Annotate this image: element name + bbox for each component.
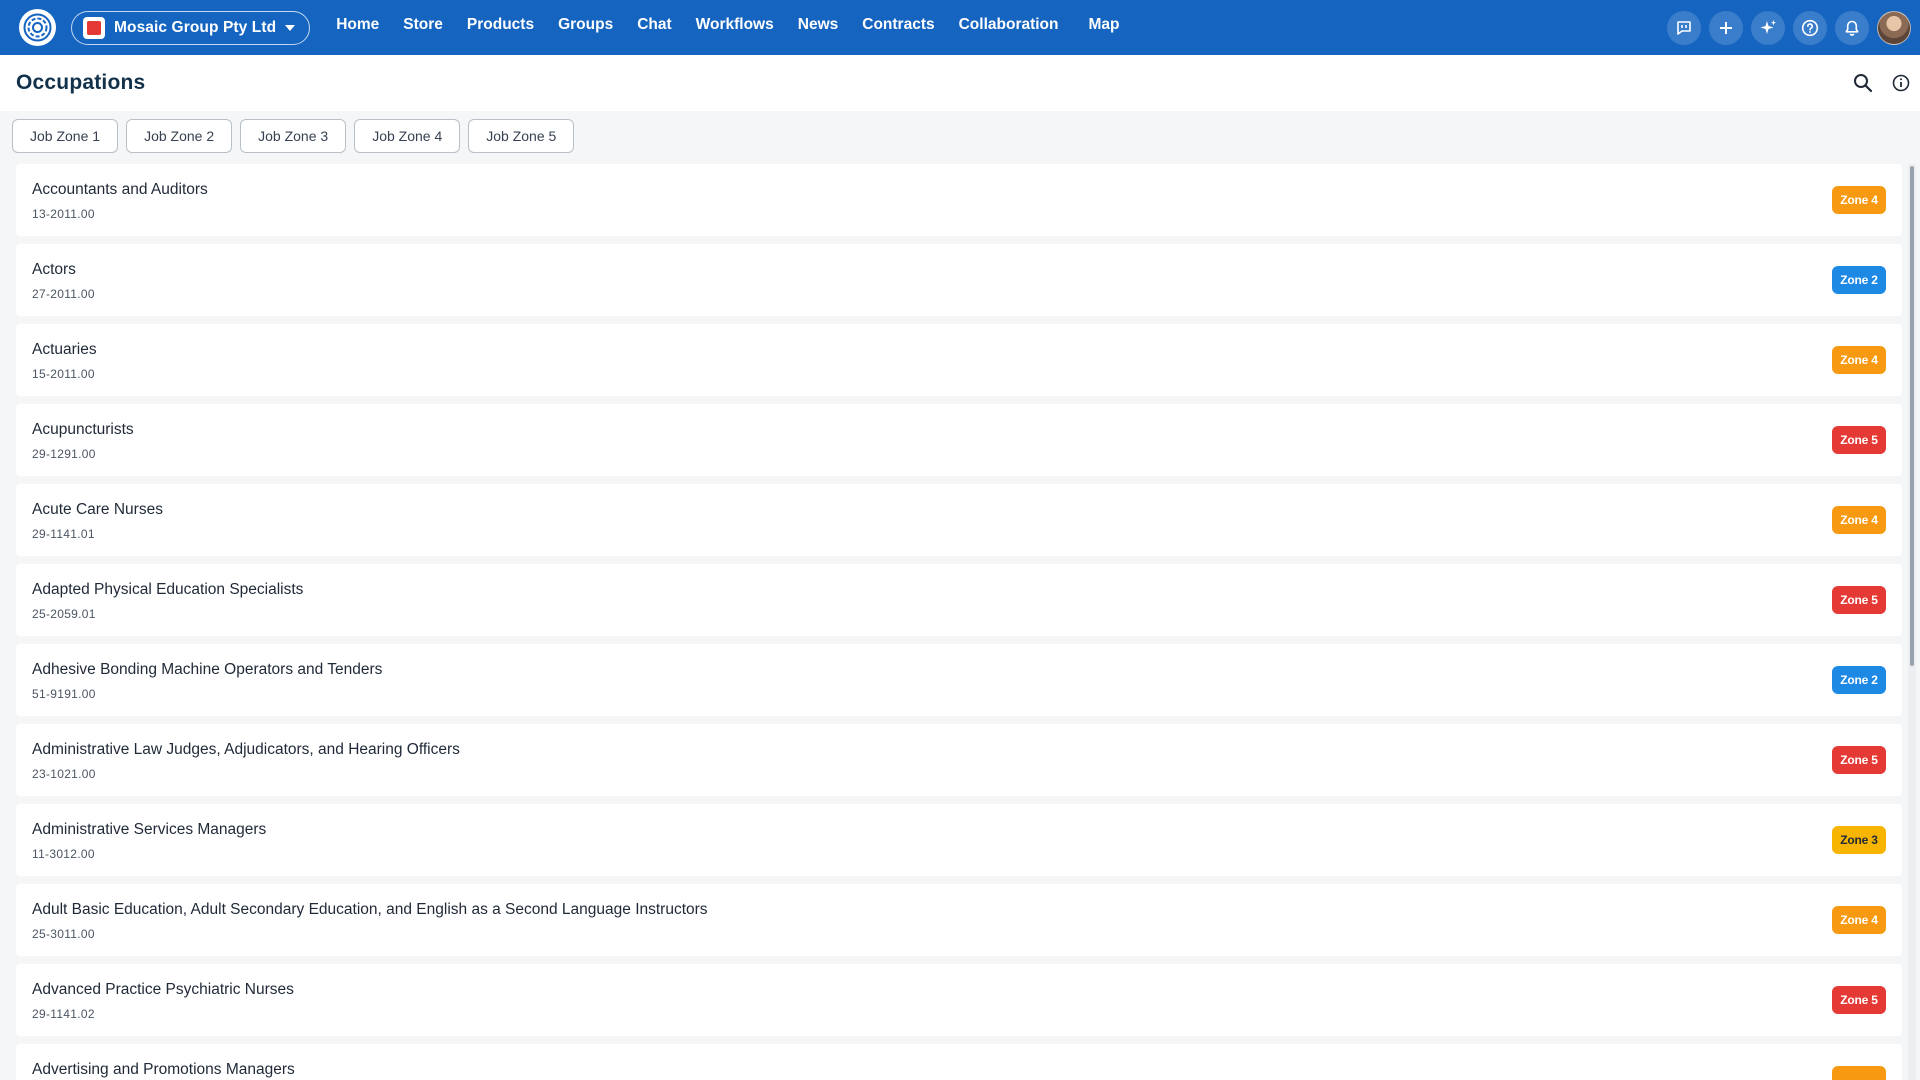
occupation-code: 25-2059.01	[32, 607, 96, 621]
occupation-row[interactable]: Adapted Physical Education Specialists 2…	[16, 564, 1902, 636]
nav-chat[interactable]: Chat	[637, 16, 671, 34]
occupation-title: Advertising and Promotions Managers	[32, 1061, 295, 1078]
occupation-code: 29-1141.01	[32, 527, 95, 541]
zone-badge: Zone 5	[1832, 426, 1886, 454]
user-avatar[interactable]	[1877, 10, 1911, 45]
occupation-code: 11-3012.00	[32, 847, 95, 861]
organization-logo-icon	[83, 16, 105, 39]
occupation-code: 25-3011.00	[32, 927, 95, 941]
info-icon[interactable]	[1891, 73, 1911, 93]
nav-home[interactable]: Home	[336, 16, 379, 34]
occupation-code: 29-1141.02	[32, 1007, 95, 1021]
sparkle-icon	[1760, 19, 1776, 34]
help-button[interactable]	[1793, 10, 1827, 45]
zone-badge: Zone 2	[1832, 266, 1886, 294]
filter-job-zone-5[interactable]: Job Zone 5	[468, 119, 575, 153]
nav-map[interactable]: Map	[1089, 16, 1120, 34]
organization-name: Mosaic Group Pty Ltd	[114, 18, 277, 36]
nav-news[interactable]: News	[798, 16, 839, 34]
nav-groups[interactable]: Groups	[558, 16, 613, 34]
occupation-row[interactable]: Actuaries 15-2011.00 Zone 4	[16, 324, 1902, 396]
occupation-row[interactable]: Advanced Practice Psychiatric Nurses 29-…	[16, 964, 1902, 1036]
page-header: Occupations	[0, 55, 1920, 111]
zone-badge: Zone 5	[1832, 986, 1886, 1014]
occupation-title: Administrative Services Managers	[32, 821, 267, 838]
filter-job-zone-3[interactable]: Job Zone 3	[240, 119, 347, 153]
top-actions	[1667, 0, 1920, 55]
occupation-row[interactable]: Adhesive Bonding Machine Operators and T…	[16, 644, 1902, 716]
main-nav: Home Store Products Groups Chat Workflow…	[336, 0, 1143, 55]
page-title: Occupations	[16, 71, 146, 94]
occupation-code: 29-1291.00	[32, 447, 96, 461]
occupation-row[interactable]: Actors 27-2011.00 Zone 2	[16, 244, 1902, 316]
job-zone-filters: Job Zone 1 Job Zone 2 Job Zone 3 Job Zon…	[12, 119, 582, 153]
occupation-title: Actuaries	[32, 341, 97, 358]
occupation-row[interactable]: Adult Basic Education, Adult Secondary E…	[16, 884, 1902, 956]
occupation-code: 27-2011.00	[32, 287, 95, 301]
occupation-title: Adult Basic Education, Adult Secondary E…	[32, 901, 708, 918]
occupation-title: Actors	[32, 261, 76, 278]
occupation-row[interactable]: Acupuncturists 29-1291.00 Zone 5	[16, 404, 1902, 476]
occupation-row[interactable]: Accountants and Auditors 13-2011.00 Zone…	[16, 164, 1902, 236]
occupation-row[interactable]: Advertising and Promotions Managers	[16, 1044, 1902, 1080]
occupation-code: 13-2011.00	[32, 207, 95, 221]
search-icon[interactable]	[1852, 72, 1874, 94]
occupation-code: 51-9191.00	[32, 687, 96, 701]
chevron-down-icon	[285, 24, 296, 31]
occupation-code: 15-2011.00	[32, 367, 95, 381]
zone-badge: Zone 5	[1832, 746, 1886, 774]
occupation-row[interactable]: Acute Care Nurses 29-1141.01 Zone 4	[16, 484, 1902, 556]
occupation-title: Accountants and Auditors	[32, 181, 208, 198]
app-logo-icon[interactable]	[19, 9, 56, 46]
organization-switcher[interactable]: Mosaic Group Pty Ltd	[71, 10, 311, 45]
filter-job-zone-1[interactable]: Job Zone 1	[12, 119, 119, 153]
occupation-list: Accountants and Auditors 13-2011.00 Zone…	[16, 164, 1902, 1080]
occupation-row[interactable]: Administrative Law Judges, Adjudicators,…	[16, 724, 1902, 796]
occupation-title: Acupuncturists	[32, 421, 134, 438]
occupation-title: Acute Care Nurses	[32, 501, 163, 518]
nav-collaboration[interactable]: Collaboration	[959, 16, 1059, 34]
occupation-title: Adhesive Bonding Machine Operators and T…	[32, 661, 383, 678]
occupation-title: Adapted Physical Education Specialists	[32, 581, 304, 598]
feedback-icon	[1677, 20, 1691, 35]
add-button[interactable]	[1709, 10, 1743, 45]
bell-icon	[1845, 20, 1859, 36]
occupation-row[interactable]: Administrative Services Managers 11-3012…	[16, 804, 1902, 876]
zone-badge: Zone 2	[1832, 666, 1886, 694]
help-icon	[1801, 19, 1819, 36]
feedback-button[interactable]	[1667, 10, 1701, 45]
filter-job-zone-4[interactable]: Job Zone 4	[354, 119, 461, 153]
occupation-title: Administrative Law Judges, Adjudicators,…	[32, 741, 460, 758]
nav-products[interactable]: Products	[467, 16, 534, 34]
notifications-button[interactable]	[1835, 10, 1869, 45]
zone-badge: Zone 4	[1832, 506, 1886, 534]
occupation-title: Advanced Practice Psychiatric Nurses	[32, 981, 294, 998]
plus-icon	[1720, 21, 1732, 34]
nav-store[interactable]: Store	[403, 16, 443, 34]
ai-assistant-button[interactable]	[1751, 10, 1785, 45]
occupation-code: 23-1021.00	[32, 767, 96, 781]
zone-badge: Zone 4	[1832, 346, 1886, 374]
zone-badge: Zone 3	[1832, 826, 1886, 854]
zone-badge: Zone 4	[1832, 906, 1886, 934]
top-navigation-bar: Mosaic Group Pty Ltd Home Store Products…	[0, 0, 1920, 55]
nav-workflows[interactable]: Workflows	[696, 16, 774, 34]
zone-badge: Zone 5	[1832, 586, 1886, 614]
nav-contracts[interactable]: Contracts	[862, 16, 934, 34]
zone-badge	[1832, 1066, 1886, 1080]
scrollbar-thumb[interactable]	[1910, 166, 1914, 666]
filter-job-zone-2[interactable]: Job Zone 2	[126, 119, 233, 153]
zone-badge: Zone 4	[1832, 186, 1886, 214]
